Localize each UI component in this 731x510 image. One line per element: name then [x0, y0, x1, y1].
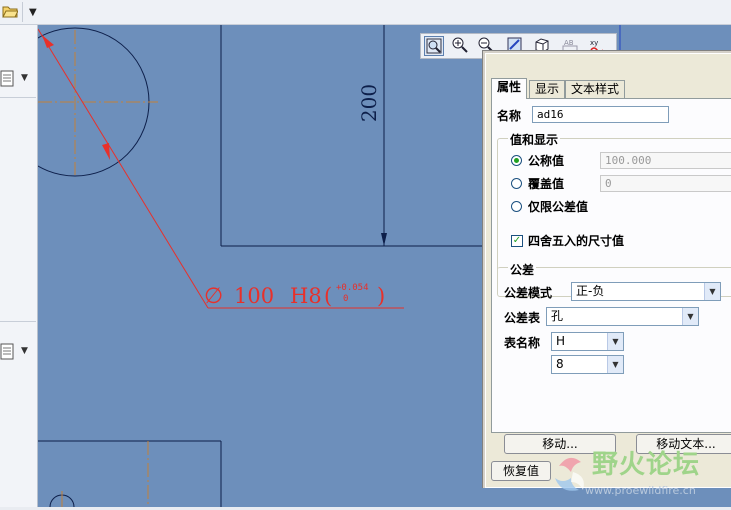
folder-open-icon[interactable]	[2, 4, 18, 18]
nominal-radio[interactable]	[511, 155, 522, 166]
chevron-down-icon[interactable]: ▼	[607, 356, 623, 373]
tolerance-table-label: 公差表	[504, 311, 541, 325]
round-checkbox[interactable]: ✓	[511, 235, 523, 247]
tolerance-mode-select[interactable]: 正-负 ▼	[571, 282, 721, 301]
toolbar-separator	[22, 2, 23, 22]
name-field[interactable]: ad16	[532, 106, 669, 123]
model-tree-panel: ▼ ▼	[0, 25, 38, 507]
zoom-in-icon[interactable]	[450, 36, 470, 56]
override-label[interactable]: 覆盖值	[528, 175, 564, 192]
tolerance-paren-close: )	[377, 284, 385, 308]
vertical-dimension-200[interactable]: 200	[357, 84, 381, 122]
tolerance-paren-open: (	[324, 284, 332, 308]
tolerance-lower[interactable]: 0	[343, 294, 348, 304]
diameter-symbol: ∅	[204, 284, 223, 309]
diameter-arrowhead	[102, 143, 110, 160]
diameter-arrowhead	[42, 35, 54, 48]
tolerance-grade-value: 8	[556, 357, 564, 371]
note-icon[interactable]	[0, 70, 16, 88]
top-toolbar: ▼	[0, 0, 731, 25]
diameter-leader-line[interactable]	[38, 28, 209, 309]
tolerance-only-label[interactable]: 仅限公差值	[528, 198, 588, 215]
chevron-down-icon[interactable]: ▼	[607, 333, 623, 350]
tab-display[interactable]: 显示	[529, 80, 566, 98]
chevron-down-icon[interactable]: ▼	[29, 7, 37, 18]
zoom-fit-icon[interactable]	[424, 36, 444, 56]
round-checkbox-label[interactable]: 四舍五入的尺寸值	[528, 232, 624, 249]
tolerance-only-radio[interactable]	[511, 201, 522, 212]
tab-text-style[interactable]: 文本样式	[565, 80, 626, 98]
override-value-field[interactable]: 0	[600, 175, 731, 192]
restore-button[interactable]: 恢复值	[491, 461, 551, 481]
divider	[0, 321, 36, 322]
dimension-properties-dialog: 属性 显示 文本样式 名称 ad16 值和显示 公称值 100.000 覆盖值 …	[482, 50, 731, 488]
tab-properties[interactable]: 属性	[491, 78, 528, 99]
tolerance-table-value: 孔	[551, 309, 564, 323]
dimension-arrowhead	[381, 233, 387, 246]
nominal-value-field[interactable]: 100.000	[600, 152, 731, 169]
chevron-down-icon[interactable]: ▼	[21, 73, 28, 83]
table-name-label: 表名称	[504, 336, 541, 350]
divider	[0, 97, 36, 98]
chevron-down-icon[interactable]: ▼	[704, 283, 720, 300]
override-radio[interactable]	[511, 178, 522, 189]
table-name-value: H	[556, 334, 566, 348]
name-label: 名称	[497, 109, 522, 123]
fit-code[interactable]: H8	[290, 284, 322, 308]
note-icon[interactable]	[0, 343, 16, 361]
tolerance-group-label: 公差	[508, 261, 537, 278]
dialog-body: 属性 显示 文本样式 名称 ad16 值和显示 公称值 100.000 覆盖值 …	[485, 53, 731, 488]
nominal-label[interactable]: 公称值	[528, 152, 564, 169]
tolerance-mode-label: 公差模式	[504, 286, 553, 300]
watermark-title: 野火论坛	[592, 450, 701, 480]
chevron-down-icon[interactable]: ▼	[21, 346, 28, 356]
watermark-url: www.proewildfire.cn	[585, 484, 696, 497]
properties-tab-page: 名称 ad16 值和显示 公称值 100.000 覆盖值 0 仅限公差值 ✓ 四…	[491, 98, 731, 433]
svg-text:xy: xy	[590, 39, 598, 47]
table-name-select[interactable]: H ▼	[551, 332, 624, 351]
chevron-down-icon[interactable]: ▼	[682, 308, 698, 325]
tolerance-upper[interactable]: +0.054	[336, 283, 369, 293]
forum-watermark: 野火论坛 www.proewildfire.cn	[545, 444, 731, 507]
tolerance-grade-select[interactable]: 8 ▼	[551, 355, 624, 374]
tolerance-mode-value: 正-负	[576, 284, 605, 298]
tolerance-table-select[interactable]: 孔 ▼	[546, 307, 699, 326]
value-display-group-label: 值和显示	[508, 131, 561, 148]
diameter-value[interactable]: 100	[234, 284, 274, 308]
